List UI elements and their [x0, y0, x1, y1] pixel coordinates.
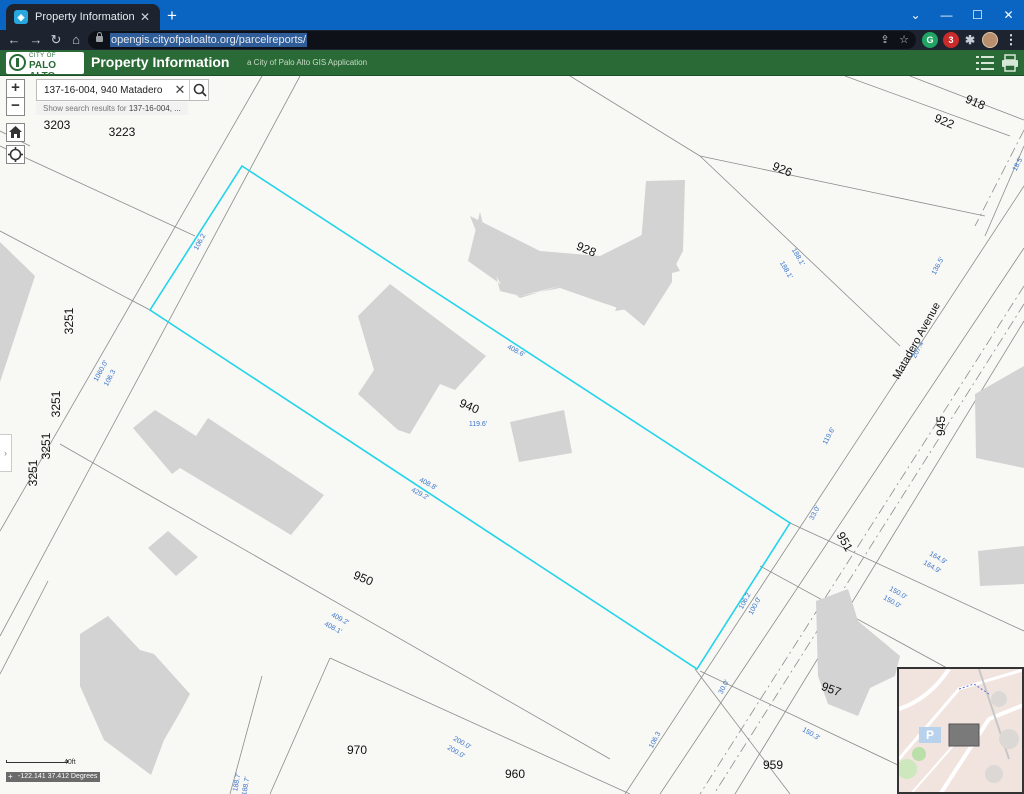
lock-icon[interactable]: [96, 32, 103, 42]
dimension-label: 30.0': [718, 679, 731, 696]
tab-search-icon[interactable]: ⌄: [900, 0, 931, 30]
side-panel-toggle[interactable]: ›: [0, 434, 12, 472]
share-icon[interactable]: ⇪: [876, 31, 894, 49]
parcel-search: ✕: [36, 79, 209, 101]
url-text[interactable]: opengis.cityofpaloalto.org/parcelreports…: [110, 33, 308, 47]
overview-canvas: P: [899, 669, 1022, 792]
dimension-label: 408.8': [418, 477, 438, 492]
app-subtitle: a City of Palo Alto GIS Application: [247, 58, 368, 67]
print-icon[interactable]: [1000, 53, 1020, 73]
app-header: CITY OF PALO ALTO Property Information a…: [0, 50, 1024, 82]
scale-line: [6, 760, 68, 763]
address-label: 3251: [39, 432, 53, 459]
close-window-button[interactable]: ✕: [993, 0, 1024, 30]
browser-tab[interactable]: ◈ Property Information ✕: [6, 4, 160, 30]
address-label: 3203: [44, 118, 71, 132]
city-logo[interactable]: CITY OF PALO ALTO: [6, 52, 84, 82]
parking-icon: P: [926, 728, 934, 742]
dimension-label: 106.3: [103, 369, 117, 388]
dimension-label: 188.1': [790, 247, 805, 267]
browser-toolbar: ← → ↻ ⌂ opengis.cityofpaloalto.org/parce…: [0, 30, 1024, 50]
parcel-map[interactable]: 3203 3223 926 928 918 922 940 950 951 945 957 959 96…: [0, 76, 1024, 794]
street-label: Matadero Avenue: [891, 300, 943, 381]
search-input[interactable]: [37, 80, 169, 100]
home-extent-button[interactable]: [6, 123, 25, 142]
logo-city-text: CITY OF: [29, 53, 57, 59]
scale-bar: 40ft: [6, 756, 76, 768]
dimension-label: 429.2': [410, 487, 430, 502]
buildings: [0, 180, 1024, 775]
zoom-out-button[interactable]: −: [6, 97, 25, 116]
search-button[interactable]: [189, 80, 209, 100]
address-label: 970: [347, 743, 367, 757]
selected-parcel-940[interactable]: [148, 164, 792, 671]
address-label: 945: [934, 416, 948, 436]
locate-icon: [8, 147, 23, 162]
new-tab-button[interactable]: +: [162, 6, 182, 26]
app-favicon-icon: ◈: [14, 10, 28, 24]
tab-title: Property Information: [35, 11, 135, 23]
reload-icon[interactable]: ↻: [46, 30, 66, 50]
dimension-label: 150.3': [801, 727, 821, 742]
overview-map[interactable]: P: [897, 667, 1024, 794]
dimension-label: 188.7': [241, 776, 251, 794]
dimension-label: 136.5': [931, 256, 946, 276]
dimension-label: 188.7': [232, 772, 242, 792]
browser-menu-icon[interactable]: ⋮: [1002, 30, 1020, 50]
address-bar[interactable]: opengis.cityofpaloalto.org/parcelreports…: [88, 31, 916, 49]
address-label: 918: [963, 92, 987, 113]
locate-button[interactable]: [6, 145, 25, 164]
layer-list-icon[interactable]: [975, 54, 995, 72]
address-label: 951: [834, 529, 856, 554]
hint-query: 137-16-004, ...: [128, 104, 181, 113]
adobe-extension-icon[interactable]: 3: [943, 32, 959, 48]
back-arrow-icon[interactable]: ←: [4, 30, 24, 50]
coordinate-readout: -122.141 37.412 Degrees: [6, 772, 101, 782]
app-title: Property Information: [91, 54, 230, 70]
window-controls: ⌄ — ☐ ✕: [900, 0, 1024, 30]
home-icon: [9, 126, 22, 138]
address-label: 3223: [109, 125, 136, 139]
home-icon[interactable]: ⌂: [66, 30, 86, 50]
tree-logo-icon: [9, 54, 26, 71]
dimension-label: 18.5': [1012, 156, 1024, 173]
hint-prefix: Show search results for: [43, 104, 129, 113]
extension-badge: 3: [948, 35, 954, 45]
search-results-hint[interactable]: Show search results for 137-16-004, ...: [36, 102, 188, 115]
address-label: 3251: [26, 459, 40, 486]
dimension-label: 33.0': [809, 505, 822, 522]
address-label: 926: [770, 159, 794, 180]
bookmark-star-icon[interactable]: ☆: [895, 31, 913, 49]
clear-search-icon[interactable]: ✕: [171, 80, 189, 100]
address-label: 959: [763, 758, 783, 772]
forward-arrow-icon[interactable]: →: [26, 30, 46, 50]
browser-tab-bar: ◈ Property Information ✕ + ⌄ — ☐ ✕: [0, 0, 1024, 30]
address-label: 960: [505, 767, 525, 781]
grammarly-extension-icon[interactable]: G: [922, 32, 938, 48]
profile-avatar[interactable]: [982, 32, 998, 48]
dimension-label: 106.2: [193, 233, 207, 252]
dimension-label: 188.1': [778, 260, 793, 280]
dimension-label: 408.6': [506, 344, 526, 359]
tab-close-icon[interactable]: ✕: [138, 10, 152, 24]
extensions-puzzle-icon[interactable]: ✱: [962, 32, 978, 48]
minimize-button[interactable]: —: [931, 0, 962, 30]
address-label: 3251: [62, 307, 76, 334]
zoom-in-button[interactable]: +: [6, 79, 25, 98]
maximize-button[interactable]: ☐: [962, 0, 993, 30]
address-label: 950: [351, 568, 375, 589]
scale-label: 40ft: [64, 759, 76, 766]
dimension-label: 119.6': [469, 421, 487, 428]
address-label: 940: [457, 396, 481, 417]
map-canvas: 3203 322392692891892294095095194595795996…: [0, 76, 1024, 794]
dimension-label: 119.6': [822, 426, 837, 445]
address-label: 3251: [49, 390, 63, 417]
address-label: 922: [932, 111, 956, 132]
search-icon: [193, 83, 207, 97]
